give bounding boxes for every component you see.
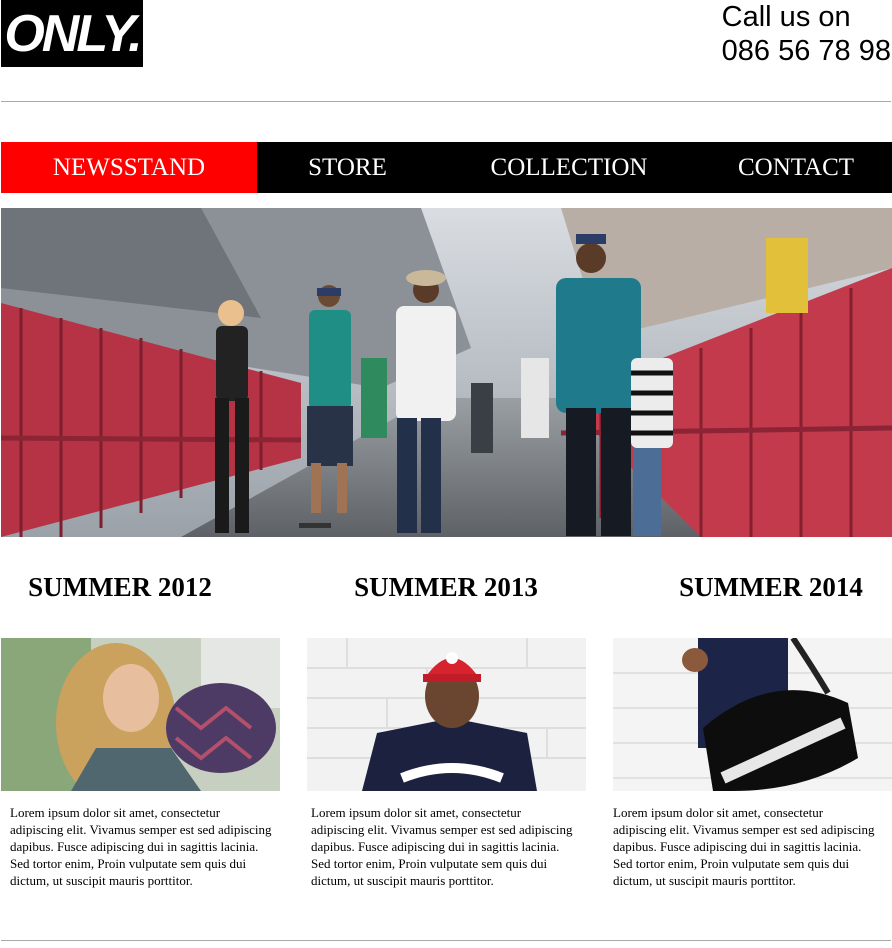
nav-item-contact[interactable]: CONTACT (700, 142, 892, 193)
phone-number: 086 56 78 98 (721, 35, 891, 67)
call-label: Call us on (721, 1, 851, 33)
woman-with-bag-photo (1, 638, 280, 791)
contact-phone: Call us on 086 56 78 98 (722, 0, 891, 68)
collection-title: SUMMER 2014 (679, 572, 863, 602)
nav-item-newsstand[interactable]: NEWSSTAND (1, 142, 257, 193)
collection-description: Lorem ipsum dolor sit amet, consectetur … (613, 805, 875, 888)
header-divider (1, 101, 891, 102)
collection-description: Lorem ipsum dolor sit amet, consectetur … (10, 805, 272, 888)
nav-item-store[interactable]: STORE (257, 142, 438, 193)
collection-image-2013[interactable] (307, 638, 586, 791)
collection-description: Lorem ipsum dolor sit amet, consectetur … (311, 805, 573, 888)
only-duffel-bag-photo (613, 638, 892, 791)
hero-image (1, 208, 892, 537)
man-red-cap-photo (307, 638, 586, 791)
footer-divider (1, 940, 891, 941)
street-skaters-photo (1, 208, 892, 537)
main-nav: NEWSSTAND STORE COLLECTION CONTACT (1, 142, 892, 193)
collection-image-2014[interactable] (613, 638, 892, 791)
logo-text: ONLY. (4, 4, 142, 63)
collection-title: SUMMER 2012 (28, 572, 212, 602)
collection-title: SUMMER 2013 (354, 572, 538, 602)
collection-image-2012[interactable] (1, 638, 280, 791)
logo[interactable]: ONLY. (1, 0, 143, 67)
nav-item-collection[interactable]: COLLECTION (438, 142, 700, 193)
